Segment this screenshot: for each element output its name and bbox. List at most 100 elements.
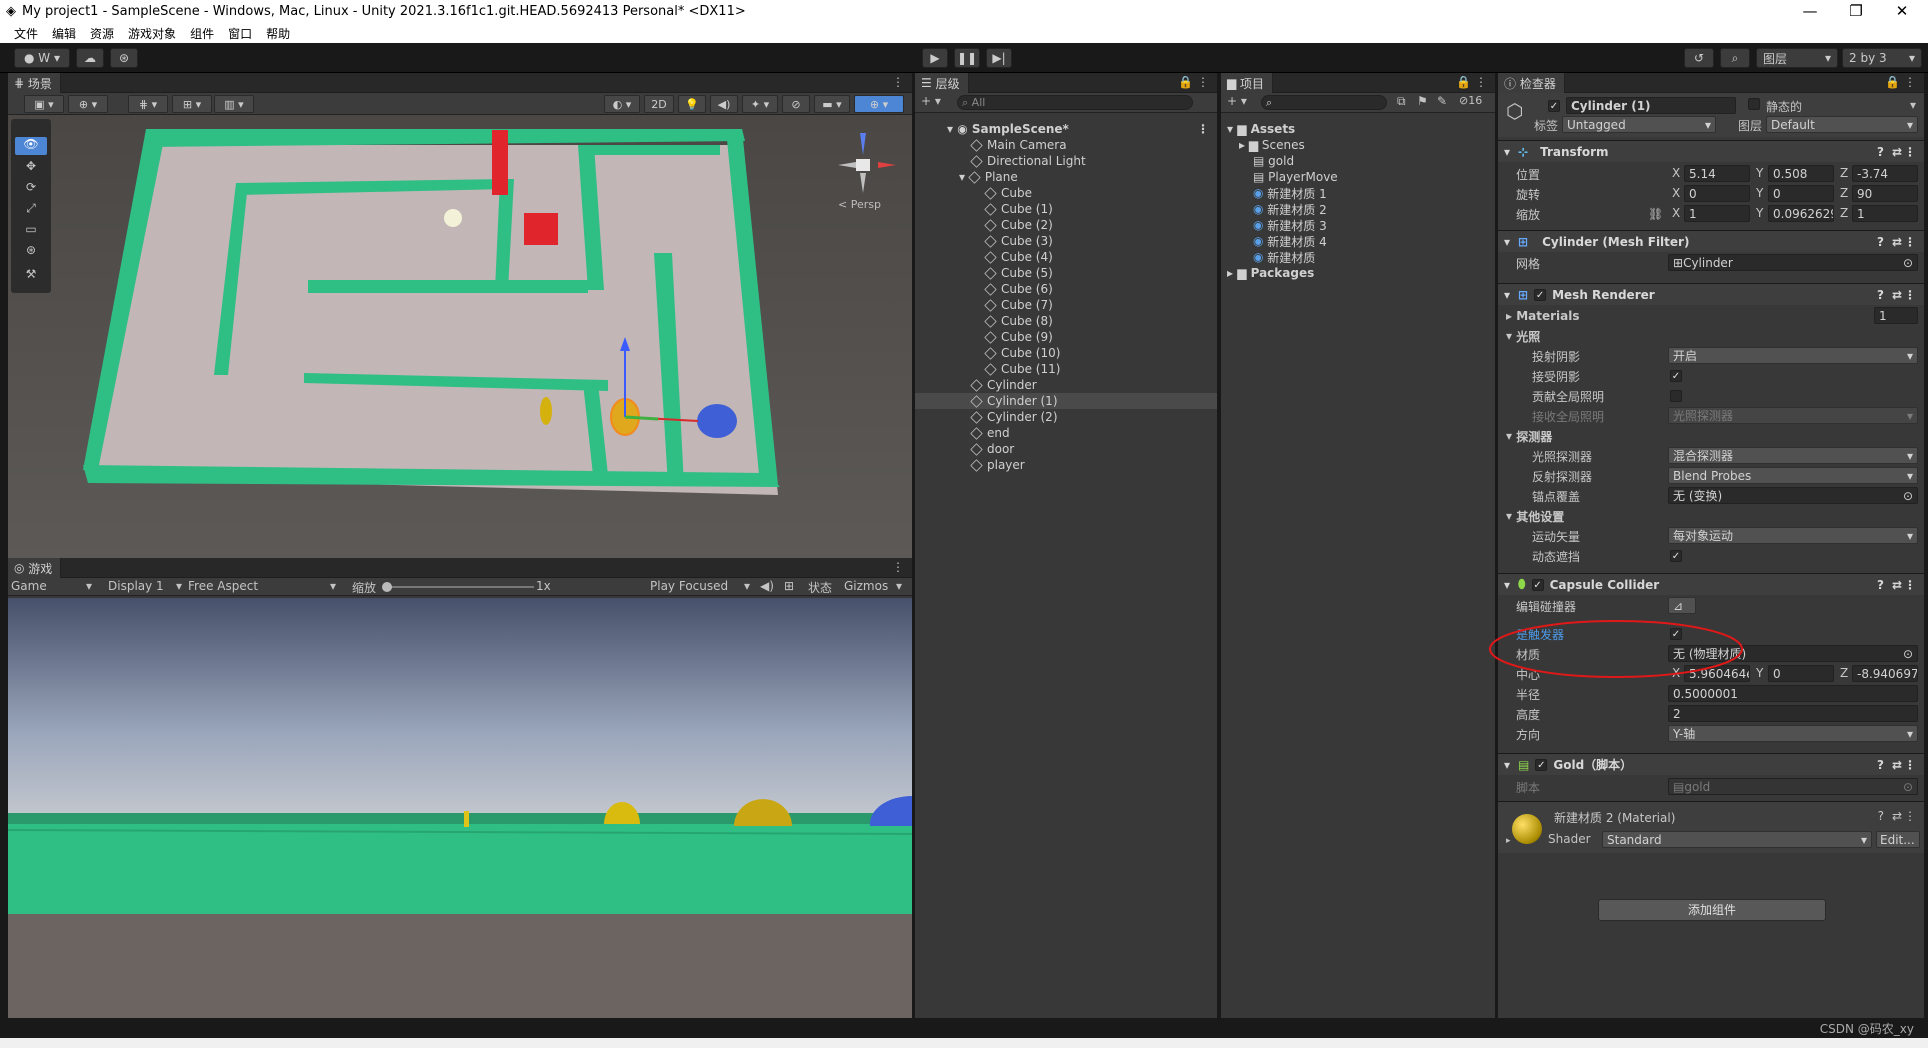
rect-tool-icon[interactable]: ▭ (15, 222, 47, 240)
mode-2d-button[interactable]: 2D (644, 95, 674, 113)
help-icon[interactable]: ? (1878, 809, 1884, 823)
play-button[interactable]: ▶ (922, 48, 948, 68)
contribute-gi-checkbox[interactable] (1670, 390, 1682, 402)
maximize-icon[interactable]: ❐ (1834, 0, 1878, 22)
menu-file[interactable]: 文件 (14, 25, 38, 42)
tab-hierarchy[interactable]: ☰ 层级 (915, 73, 969, 93)
stats-button[interactable]: 状态 (808, 579, 832, 596)
lock-icon[interactable]: 🔒 (1456, 75, 1471, 89)
motion-vectors-dropdown[interactable]: 每对象运动 ▾ (1668, 527, 1918, 544)
enabled-checkbox[interactable]: ✓ (1531, 578, 1544, 591)
help-icon[interactable]: ? (1877, 235, 1884, 249)
snap-button[interactable]: ⋕ ▾ (128, 95, 168, 113)
preset-icon[interactable]: ⇄ (1892, 145, 1902, 159)
list-item[interactable]: end (915, 425, 1217, 441)
gold-script-header[interactable]: ▾ ▤ ✓ Gold（脚本） ? ⇄ ⋮ (1498, 753, 1924, 775)
global-button[interactable]: ⊕ ▾ (68, 95, 108, 113)
scene-root[interactable]: ▾ ◉ SampleScene* ⋮ (915, 121, 1217, 137)
hidden-toggle[interactable]: ⊘ (782, 95, 810, 113)
view-tool-icon[interactable]: 👁 (15, 137, 47, 155)
lock-icon[interactable]: 🔒 (1178, 75, 1193, 89)
list-item[interactable]: Cube (7) (915, 297, 1217, 313)
static-checkbox[interactable] (1748, 98, 1760, 113)
tag-dropdown[interactable]: Untagged ▾ (1562, 116, 1716, 133)
shading-button[interactable]: ◐ ▾ (604, 95, 640, 113)
more-icon[interactable]: ⋮ (1904, 758, 1916, 772)
menu-component[interactable]: 组件 (190, 25, 214, 42)
mesh-renderer-header[interactable]: ▾ ⊞ ✓ Mesh Renderer ? ⇄ ⋮ (1498, 283, 1924, 305)
list-item[interactable]: Cube (8) (915, 313, 1217, 329)
rotation-x-input[interactable]: 0 (1684, 185, 1750, 202)
position-z-input[interactable]: -3.74 (1852, 165, 1918, 182)
preset-icon[interactable]: ⇄ (1892, 809, 1902, 823)
custom-tool-icon[interactable]: ⚒ (15, 267, 47, 285)
scene-view[interactable]: < Persp (8, 115, 912, 558)
edit-shader-button[interactable]: Edit... (1876, 831, 1920, 848)
more-icon[interactable]: ⋮ (892, 560, 904, 574)
list-item[interactable]: ◉ 新建材质 4 (1221, 233, 1495, 249)
help-icon[interactable]: ? (1877, 145, 1884, 159)
aspect-dropdown[interactable]: Free Aspect (188, 579, 258, 593)
help-icon[interactable]: ? (1877, 758, 1884, 772)
layout-dropdown[interactable]: 2 by 3 ▾ (1842, 48, 1922, 68)
list-item[interactable]: Cube (3) (915, 233, 1217, 249)
other-settings-foldout[interactable]: ▾ 其他设置 (1498, 507, 1924, 525)
filter-label-icon[interactable]: ⚑ (1417, 94, 1428, 108)
project-search-input[interactable]: ⌕ (1261, 95, 1387, 110)
enabled-checkbox[interactable]: ✓ (1534, 288, 1547, 301)
menu-window[interactable]: 窗口 (228, 25, 252, 42)
scale-slider[interactable] (384, 586, 534, 588)
shader-dropdown[interactable]: Standard ▾ (1602, 831, 1872, 848)
position-y-input[interactable]: 0.508 (1768, 165, 1834, 182)
hierarchy-search-input[interactable]: ⌕ All (957, 95, 1193, 110)
list-item[interactable]: Cube (5) (915, 265, 1217, 281)
mesh-filter-header[interactable]: ▾ ⊞ Cylinder (Mesh Filter) ? ⇄ ⋮ (1498, 230, 1924, 252)
folder-scenes[interactable]: ▸ ▆ Scenes (1221, 137, 1495, 153)
enabled-checkbox[interactable]: ✓ (1535, 758, 1548, 771)
more-icon[interactable]: ⋮ (1904, 75, 1916, 89)
add-component-button[interactable]: 添加组件 (1598, 899, 1826, 921)
search-button[interactable]: ⌕ (1720, 48, 1750, 68)
hidden-count[interactable]: ⊘16 (1459, 94, 1482, 107)
more-icon[interactable]: ⋮ (1904, 809, 1916, 823)
mute-icon[interactable]: ◀) (760, 579, 774, 593)
list-item[interactable]: door (915, 441, 1217, 457)
lock-icon[interactable]: 🔒 (1885, 75, 1900, 89)
scale-x-input[interactable]: 1 (1684, 205, 1750, 222)
preset-icon[interactable]: ⇄ (1892, 578, 1902, 592)
receive-shadows-checkbox[interactable]: ✓ (1670, 370, 1682, 382)
dynamic-occlusion-checkbox[interactable]: ✓ (1670, 550, 1682, 562)
pause-button[interactable]: ❚❚ (954, 48, 980, 68)
anchor-override-field[interactable]: 无 (变换) ⊙ (1668, 487, 1918, 504)
tab-scene[interactable]: ⋕ 场景 (8, 73, 61, 93)
folder-packages[interactable]: ▸ ▆ Packages (1221, 265, 1495, 281)
more-icon[interactable]: ⋮ (1475, 75, 1487, 89)
list-item[interactable]: Cube (915, 185, 1217, 201)
target-icon[interactable]: ⊙ (1903, 489, 1913, 503)
list-item[interactable]: Cube (1) (915, 201, 1217, 217)
add-dropdown-icon[interactable]: + ▾ (921, 94, 941, 108)
object-name-input[interactable]: Cylinder (1) (1566, 97, 1736, 114)
move-tool-icon[interactable]: ✥ (15, 159, 47, 177)
list-item-selected[interactable]: Cylinder (1) (915, 393, 1217, 409)
layer-dropdown[interactable]: Default ▾ (1766, 116, 1918, 133)
active-checkbox[interactable]: ✓ (1548, 98, 1560, 112)
transform-tool-icon[interactable]: ⊛ (15, 243, 47, 261)
menu-gameobject[interactable]: 游戏对象 (128, 25, 176, 42)
folder-assets[interactable]: ▾ ▆ Assets (1221, 121, 1495, 137)
reflection-probes-dropdown[interactable]: Blend Probes ▾ (1668, 467, 1918, 484)
menu-edit[interactable]: 编辑 (52, 25, 76, 42)
game-view[interactable] (8, 598, 912, 1018)
history-button[interactable]: ↺ (1684, 48, 1714, 68)
more-icon[interactable]: ⋮ (1904, 235, 1916, 249)
tab-project[interactable]: ▆ 项目 (1221, 73, 1274, 93)
list-item[interactable]: Cube (4) (915, 249, 1217, 265)
link-icon[interactable]: ⛓ (1648, 207, 1663, 221)
rotation-y-input[interactable]: 0 (1768, 185, 1834, 202)
target-icon[interactable]: ⊙ (1903, 256, 1913, 270)
rotation-z-input[interactable]: 90 (1852, 185, 1918, 202)
edit-collider-button[interactable]: ⊿ (1668, 597, 1696, 614)
list-item[interactable]: Cube (2) (915, 217, 1217, 233)
gizmos-dropdown[interactable]: Gizmos (844, 579, 888, 593)
stats-grid-icon[interactable]: ⊞ (784, 579, 794, 593)
